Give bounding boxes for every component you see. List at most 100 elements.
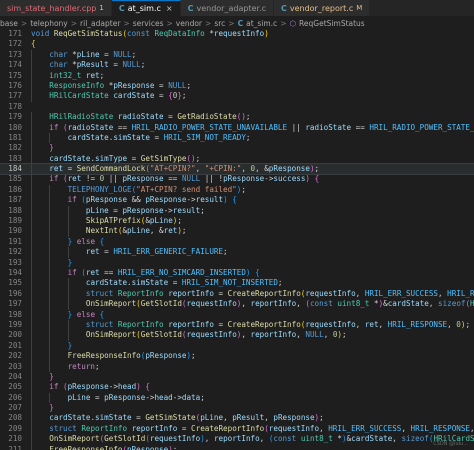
code-text: } bbox=[49, 403, 54, 413]
function-icon: ⬡ bbox=[289, 18, 297, 28]
code-text: char *pLine = NULL; bbox=[49, 49, 137, 59]
code-line[interactable]: 177 HRilCardState cardState = {0}; bbox=[0, 91, 474, 102]
breadcrumb-item[interactable]: ReqGetSimStatus bbox=[299, 19, 365, 28]
line-number: 172 bbox=[8, 39, 22, 49]
code-line[interactable]: 171 void ReqGetSimStatus(const ReqDataInf… bbox=[0, 29, 474, 39]
code-line[interactable]: 185 if (ret != 0 || pResponse == NULL ||… bbox=[0, 174, 474, 185]
code-text: cardState.simType = GetSimType(); bbox=[49, 153, 201, 163]
code-line[interactable]: 187 if (pResponse && pResponse->result) … bbox=[0, 195, 474, 206]
code-line[interactable]: 192 ret = HRIL_ERR_GENERIC_FAILURE; bbox=[0, 247, 474, 258]
code-line[interactable]: 190 NextInt(&pLine, &ret); bbox=[0, 226, 474, 237]
chevron-right-icon: > bbox=[166, 18, 173, 28]
code-line[interactable]: 186 TELEPHONY_LOGE("AT+CPIN? send failed… bbox=[0, 184, 474, 196]
code-line[interactable]: 178 bbox=[0, 102, 474, 112]
code-line[interactable]: 183 cardState.simType = GetSimType(); bbox=[0, 153, 474, 165]
code-line[interactable]: 180 if (radioState == HRIL_RADIO_POWER_S… bbox=[0, 122, 474, 133]
tab-label: vendor_report.c bbox=[289, 3, 354, 13]
code-text: if (ret != 0 || pResponse == NULL || !pR… bbox=[49, 174, 320, 184]
code-text: cardState.simState = HRIL_SIM_NOT_INSERT… bbox=[85, 278, 283, 288]
tab-vendor-report-c[interactable]: Cvendor_report.c M bbox=[273, 0, 371, 16]
line-number: 173 bbox=[8, 49, 22, 59]
line-number: 193 bbox=[8, 257, 22, 267]
code-line[interactable]: 197 OnSimReport(GetSlotId(requestInfo), … bbox=[0, 299, 474, 310]
line-number: 178 bbox=[8, 101, 22, 111]
code-line[interactable]: 172 { bbox=[0, 39, 474, 49]
code-line[interactable]: 200 OnSimReport(GetSlotId(requestInfo), … bbox=[0, 330, 474, 341]
code-line[interactable]: 191 } else { bbox=[0, 236, 474, 248]
code-line[interactable]: 175 int32_t ret; bbox=[0, 70, 474, 81]
code-line[interactable]: 193 } bbox=[0, 257, 474, 268]
code-line[interactable]: 209 struct ReportInfo reportInfo = Creat… bbox=[0, 423, 474, 435]
line-number: 188 bbox=[8, 205, 22, 215]
code-line[interactable]: 206 pLine = pResponse->head->data; bbox=[0, 392, 474, 404]
code-line[interactable]: 174 char *pResult = NULL; bbox=[0, 60, 474, 71]
line-number: 191 bbox=[8, 236, 22, 246]
code-line[interactable]: 194 if (ret == HRIL_ERR_NO_SIMCARD_INSER… bbox=[0, 267, 474, 279]
breadcrumb-item[interactable]: ril_adapter bbox=[80, 19, 120, 28]
code-text: if (pResponse && pResponse->result) { bbox=[67, 195, 237, 205]
code-line[interactable]: 202 FreeResponseInfo(pResponse); bbox=[0, 351, 474, 362]
code-line[interactable]: 179 HRilRadioState radioState = GetRadio… bbox=[0, 112, 474, 123]
code-text: if (ret == HRIL_ERR_NO_SIMCARD_INSERTED)… bbox=[67, 267, 260, 277]
tab-label: sim_state_handler.cpp bbox=[7, 3, 97, 13]
code-text: FreeResponseInfo(pResponse); bbox=[67, 351, 196, 361]
code-line[interactable]: 208 cardState.simState = GetSimState(pLi… bbox=[0, 413, 474, 424]
c-file-icon: C bbox=[280, 3, 287, 13]
code-text: } bbox=[49, 143, 54, 153]
breadcrumb-item[interactable]: at_sim.c bbox=[246, 19, 277, 28]
line-number: 189 bbox=[8, 216, 22, 226]
breadcrumb-item[interactable]: telephony bbox=[30, 19, 68, 28]
code-editor[interactable]: 171 void ReqGetSimStatus(const ReqDataInf… bbox=[0, 29, 474, 450]
code-text: int32_t ret; bbox=[49, 70, 105, 80]
code-text: ret = HRIL_ERR_GENERIC_FAILURE; bbox=[85, 247, 228, 257]
line-number: 211 bbox=[8, 444, 22, 450]
line-number: 200 bbox=[8, 330, 22, 340]
code-line[interactable]: 211 FreeResponseInfo(pResponse); bbox=[0, 444, 474, 450]
code-line[interactable]: 204 } bbox=[0, 371, 474, 383]
code-line[interactable]: 173 char *pLine = NULL; bbox=[0, 49, 474, 61]
line-number: 204 bbox=[8, 371, 22, 381]
tab-vendor-adapter-c[interactable]: Cvendor_adapter.c bbox=[180, 0, 274, 16]
line-number: 199 bbox=[8, 319, 22, 329]
code-line[interactable]: 201 } bbox=[0, 340, 474, 352]
close-icon[interactable]: × bbox=[166, 4, 173, 13]
code-text: cardState.simState = HRIL_SIM_NOT_READY; bbox=[67, 132, 251, 142]
code-line[interactable]: 195 cardState.simState = HRIL_SIM_NOT_IN… bbox=[0, 278, 474, 289]
code-text: { bbox=[31, 39, 36, 49]
code-line[interactable]: 203 return; bbox=[0, 361, 474, 372]
line-number: 202 bbox=[8, 351, 22, 361]
line-number: 196 bbox=[8, 288, 22, 298]
code-text: } else { bbox=[67, 236, 105, 246]
line-number: 184 bbox=[8, 164, 22, 174]
code-line[interactable]: 176 ResponseInfo *pResponse = NULL; bbox=[0, 80, 474, 92]
code-text: pLine = pResponse->head->data; bbox=[67, 392, 205, 402]
code-text: OnSimReport(GetSlotId(requestInfo), repo… bbox=[49, 434, 474, 444]
code-line[interactable]: 210 OnSimReport(GetSlotId(requestInfo), … bbox=[0, 434, 474, 445]
code-line[interactable]: 182 } bbox=[0, 143, 474, 154]
code-line[interactable]: 207 } bbox=[0, 403, 474, 414]
code-line[interactable]: 188 pLine = pResponse->result; bbox=[0, 205, 474, 217]
line-number: 209 bbox=[8, 423, 22, 433]
breadcrumb-item[interactable]: vendor bbox=[176, 19, 202, 28]
tab-at-sim-c[interactable]: Cat_sim.c × bbox=[111, 0, 181, 16]
line-number: 198 bbox=[8, 309, 22, 319]
code-line[interactable]: 196 struct ReportInfo reportInfo = Creat… bbox=[0, 288, 474, 300]
code-line[interactable]: 205 if (pResponse->head) { bbox=[0, 382, 474, 393]
code-line[interactable]: 189 SkipATPrefix(&pLine); bbox=[0, 216, 474, 227]
breadcrumb-item[interactable]: base bbox=[0, 19, 18, 28]
code-line[interactable]: 199 struct ReportInfo reportInfo = Creat… bbox=[0, 319, 474, 331]
breadcrumb-item[interactable]: services bbox=[133, 19, 164, 28]
breadcrumb-item[interactable]: src bbox=[214, 19, 225, 28]
tab-sim-state-handler-cpp[interactable]: sim_state_handler.cpp 1 bbox=[0, 0, 112, 16]
chevron-right-icon: > bbox=[123, 18, 130, 28]
code-line[interactable]: 181 cardState.simState = HRIL_SIM_NOT_RE… bbox=[0, 132, 474, 144]
code-text: } bbox=[67, 340, 73, 350]
c-file-icon: C bbox=[187, 3, 194, 13]
line-number: 197 bbox=[8, 299, 22, 309]
code-text: TELEPHONY_LOGE("AT+CPIN? send failed"); bbox=[67, 184, 246, 194]
code-line[interactable]: 198 } else { bbox=[0, 309, 474, 320]
code-line[interactable]: 184 ret = SendCommandLock("AT+CPIN?", "+… bbox=[0, 163, 474, 176]
chevron-right-icon: > bbox=[20, 18, 28, 28]
line-number: 208 bbox=[8, 413, 22, 423]
code-text: FreeResponseInfo(pResponse); bbox=[49, 444, 178, 450]
